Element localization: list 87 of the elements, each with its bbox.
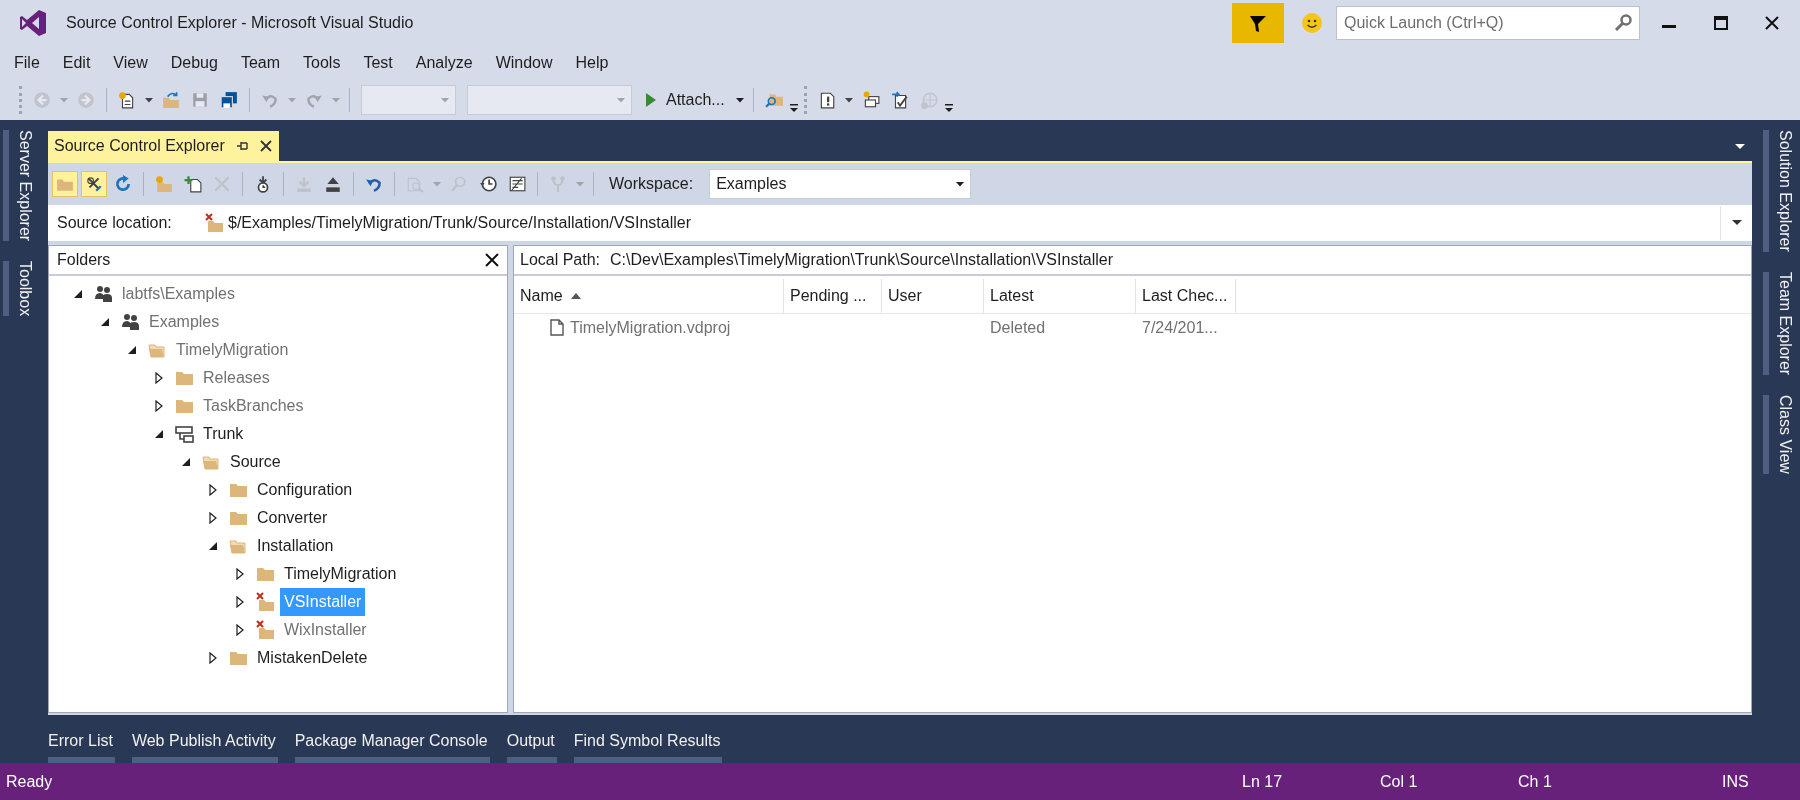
expand-arrow-icon[interactable] — [208, 484, 218, 496]
expand-arrow-icon[interactable] — [235, 568, 245, 580]
column-header[interactable]: Latest — [984, 279, 1136, 313]
pane-title: Folders — [57, 250, 111, 270]
menu-item[interactable]: Window — [489, 51, 559, 75]
expand-arrow-icon[interactable] — [154, 400, 164, 412]
expand-arrow-icon[interactable] — [235, 596, 245, 608]
tree-item[interactable]: TaskBranches — [199, 392, 308, 420]
caret-icon[interactable] — [735, 97, 744, 103]
tree-item[interactable]: Examples — [145, 308, 224, 336]
smiley-icon[interactable] — [1301, 12, 1323, 34]
menu-item[interactable]: Tools — [297, 51, 347, 75]
menu-item[interactable]: File — [8, 51, 46, 75]
collapse-arrow-icon[interactable] — [208, 540, 218, 552]
workspace-label: Workspace: — [609, 174, 694, 194]
tree-item[interactable]: TimelyMigration — [280, 560, 401, 588]
menu-item[interactable]: Test — [357, 51, 399, 75]
menu-item[interactable]: Help — [569, 51, 615, 75]
feedback-button[interactable] — [1232, 3, 1284, 43]
menu-item[interactable]: Analyze — [409, 51, 479, 75]
source-location-path: $/Examples/TimelyMigration/Trunk/Source/Installation/VSInstaller — [228, 213, 691, 233]
tab-menu-caret-icon[interactable] — [1734, 143, 1746, 151]
column-header[interactable]: User — [882, 279, 984, 313]
attach-button[interactable]: Attach... — [639, 85, 731, 115]
tree-item[interactable]: Source — [226, 448, 285, 476]
tree-item[interactable]: Releases — [199, 364, 274, 392]
app-logo-icon — [19, 9, 47, 37]
insert-mode: INS — [1722, 771, 1749, 792]
play-icon — [645, 92, 657, 108]
workspace-dropdown[interactable]: Examples — [709, 169, 972, 199]
tree-item[interactable]: Installation — [253, 532, 338, 560]
expand-arrow-icon[interactable] — [208, 652, 218, 664]
local-path-label: Local Path: — [520, 250, 601, 270]
caret-icon[interactable] — [844, 97, 853, 103]
tree-item[interactable]: TimelyMigration — [172, 336, 293, 364]
deleted-folder-icon — [205, 213, 225, 233]
status-text: Ready — [6, 771, 53, 792]
workspaces-icon[interactable] — [81, 171, 107, 197]
column-header[interactable]: Pending ... — [784, 279, 882, 313]
overflow-icon[interactable] — [789, 104, 798, 114]
expand-arrow-icon[interactable] — [235, 624, 245, 636]
menu-item[interactable]: Debug — [164, 51, 224, 75]
close-icon[interactable] — [485, 253, 499, 267]
tree-item[interactable]: Converter — [253, 504, 332, 532]
side-tab[interactable]: Team Explorer — [1763, 271, 1797, 375]
filter-icon — [1248, 13, 1268, 33]
close-icon[interactable] — [258, 139, 273, 153]
maximize-icon[interactable] — [1714, 16, 1728, 30]
expand-arrow-icon[interactable] — [208, 512, 218, 524]
collapse-arrow-icon[interactable] — [73, 288, 83, 300]
tree-item[interactable]: Trunk — [199, 420, 248, 448]
explorer-tab[interactable]: Source Control Explorer — [48, 131, 279, 161]
table-cell-text: 7/24/201... — [1142, 317, 1218, 338]
line-number: Ln 17 — [1242, 771, 1283, 792]
table-cell-text: Deleted — [990, 317, 1046, 338]
tree-item[interactable]: WixInstaller — [280, 616, 371, 644]
local-path: C:\Dev\Examples\TimelyMigration\Trunk\Source\Installation\VSInstaller — [610, 250, 1114, 270]
overflow-icon[interactable] — [944, 104, 953, 114]
table-cell-text: TimelyMigration.vdproj — [570, 317, 731, 338]
column-number: Col 1 — [1380, 771, 1418, 792]
quick-launch-field[interactable]: Quick Launch (Ctrl+Q) — [1336, 6, 1640, 40]
collapse-arrow-icon[interactable] — [100, 316, 110, 328]
file-icon — [550, 319, 564, 336]
tree-item[interactable]: Configuration — [253, 476, 357, 504]
char-number: Ch 1 — [1518, 771, 1552, 792]
collapse-arrow-icon[interactable] — [181, 456, 191, 468]
caret-icon — [956, 181, 965, 187]
side-tab[interactable]: Toolbox — [3, 261, 37, 317]
side-tab[interactable]: Server Explorer — [3, 130, 37, 242]
expand-arrow-icon[interactable] — [154, 372, 164, 384]
close-icon[interactable] — [1765, 16, 1779, 30]
menu-item[interactable]: Edit — [56, 51, 97, 75]
menu-item[interactable]: View — [107, 51, 154, 75]
search-icon[interactable] — [1613, 13, 1633, 33]
menu-item[interactable]: Team — [234, 51, 287, 75]
tree-item[interactable]: labtfs\Examples — [118, 280, 239, 308]
column-header[interactable]: Last Chec... — [1136, 279, 1236, 313]
column-header[interactable]: Name — [514, 279, 784, 313]
tree-item[interactable]: MistakenDelete — [253, 644, 372, 672]
source-location-label: Source location: — [57, 213, 173, 233]
caret-icon[interactable] — [145, 97, 153, 103]
pin-icon[interactable] — [234, 139, 249, 153]
collapse-arrow-icon[interactable] — [127, 344, 137, 356]
side-tab[interactable]: Solution Explorer — [1763, 130, 1797, 252]
side-tab[interactable]: Class View — [1763, 395, 1797, 474]
collapse-arrow-icon[interactable] — [154, 428, 164, 440]
window-title: Source Control Explorer - Microsoft Visual Studio — [66, 13, 414, 33]
